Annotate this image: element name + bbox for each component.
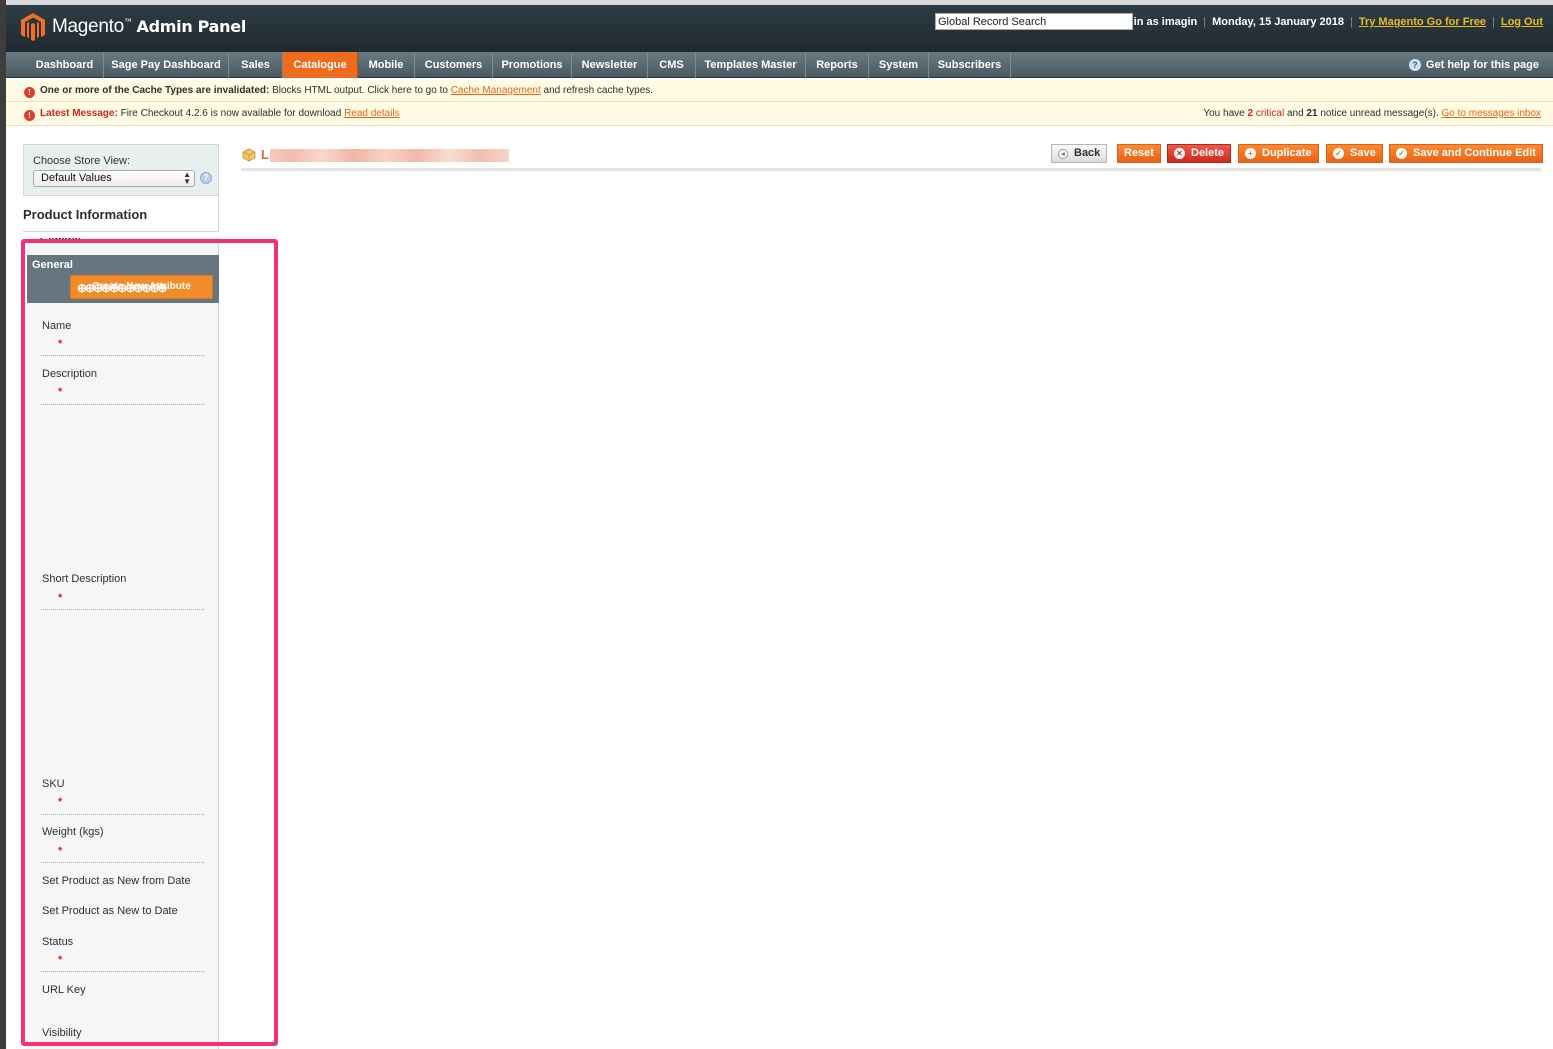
redacted-product-name: [270, 149, 509, 162]
save-button[interactable]: ✓ Save: [1326, 144, 1383, 163]
nav-sage-pay-dashboard[interactable]: Sage Pay Dashboard: [104, 52, 229, 78]
product-box-icon: [242, 148, 256, 162]
product-title: L: [261, 147, 269, 162]
field-label-description: Description: [42, 368, 98, 380]
messages-inbox-link[interactable]: Go to messages inbox: [1442, 108, 1542, 119]
logout-link[interactable]: Log Out: [1501, 16, 1543, 28]
window-edge: [0, 0, 6, 1049]
help-text: Get help for this page: [1425, 59, 1539, 71]
nav-system[interactable]: System: [869, 52, 929, 78]
header-links: Logged in as imagin | Monday, 15 January…: [1091, 16, 1543, 28]
content-divider: [241, 168, 1541, 171]
back-button[interactable]: ◂ Back: [1051, 144, 1108, 163]
nav-subscribers[interactable]: Subscribers: [929, 52, 1011, 78]
field-label-weight: Weight (kgs): [42, 826, 104, 838]
field-label-sku: SKU: [42, 778, 65, 790]
cache-management-link[interactable]: Cache Management: [451, 85, 541, 96]
delete-icon: ✕: [1174, 148, 1185, 159]
plus-circle-icons: ⊕⊕⊕⊕⊕⊕⊕⊕⊕⊕⊕: [77, 281, 168, 295]
delete-button[interactable]: ✕ Delete: [1167, 144, 1232, 163]
magento-logo[interactable]: Magento™ Admin Panel: [20, 12, 246, 42]
plus-icon: +: [1245, 148, 1256, 159]
unread-messages: You have 2 critical and 21 notice unread…: [1203, 108, 1542, 119]
help-icon: ?: [1408, 59, 1421, 71]
logo-text: Magento™ Admin Panel: [52, 16, 247, 37]
store-view-select[interactable]: Default Values ▲ ▼: [33, 170, 195, 187]
field-label-visibility: Visibility: [42, 1027, 82, 1039]
save-and-continue-button[interactable]: ✓ Save and Continue Edit: [1389, 144, 1543, 163]
help-link[interactable]: ? Get help for this page: [1408, 52, 1539, 78]
error-icon: !: [24, 110, 35, 121]
required-marker: *: [58, 386, 63, 398]
store-view-label: Choose Store View:: [33, 155, 131, 167]
divider: [41, 862, 204, 863]
nav-sales[interactable]: Sales: [229, 52, 283, 78]
field-label-new-from-date: Set Product as New from Date: [42, 875, 191, 887]
back-arrow-icon: ◂: [1058, 148, 1068, 159]
help-icon[interactable]: ?: [200, 172, 212, 184]
header: Magento™ Admin Panel Logged in as imagin…: [6, 5, 1553, 52]
required-marker: *: [58, 845, 63, 857]
nav-catalogue[interactable]: Catalogue: [283, 52, 358, 78]
divider: [41, 355, 204, 356]
product-information-heading: Product Information: [23, 196, 219, 232]
nav-promotions[interactable]: Promotions: [493, 52, 572, 78]
separator: |: [1491, 16, 1495, 28]
field-label-name: Name: [42, 320, 72, 332]
nav-dashboard[interactable]: Dashboard: [26, 52, 104, 78]
nav-cms[interactable]: CMS: [648, 52, 696, 78]
field-label-new-to-date: Set Product as New to Date: [42, 905, 178, 917]
divider: [41, 814, 204, 815]
check-icon: ✓: [1396, 148, 1407, 159]
required-marker: *: [58, 954, 63, 966]
magento-logo-icon: [21, 13, 45, 41]
divider: [41, 971, 204, 972]
field-label-status: Status: [42, 936, 74, 948]
check-icon: ✓: [1333, 148, 1344, 159]
nav-templates-master[interactable]: Templates Master: [696, 52, 806, 78]
logged-in-text: Logged in as imagin: [1090, 16, 1198, 28]
field-label-short-description: Short Description: [42, 573, 127, 585]
product-tabs-column: [27, 238, 219, 1049]
required-marker: *: [58, 592, 63, 604]
create-new-attribute-button[interactable]: ⊕⊕⊕⊕⊕⊕⊕⊕⊕⊕⊕ Create New Attribute: [70, 275, 213, 299]
nav-mobile[interactable]: Mobile: [358, 52, 415, 78]
date-text: Monday, 15 January 2018: [1212, 16, 1344, 28]
store-view-panel: Choose Store View: Default Values ▲ ▼ ?: [23, 144, 219, 196]
general-section-header: General ⊕⊕⊕⊕⊕⊕⊕⊕⊕⊕⊕ Create New Attribute: [27, 255, 219, 303]
field-label-url-key: URL Key: [42, 984, 86, 996]
duplicate-button[interactable]: + Duplicate: [1238, 144, 1319, 163]
required-marker: *: [58, 338, 63, 350]
nav-newsletter[interactable]: Newsletter: [572, 52, 648, 78]
main-nav: Dashboard Sage Pay Dashboard Sales Catal…: [6, 52, 1553, 78]
reset-button[interactable]: Reset: [1117, 144, 1161, 163]
nav-reports[interactable]: Reports: [806, 52, 869, 78]
required-marker: *: [58, 796, 63, 808]
nav-customers[interactable]: Customers: [415, 52, 493, 78]
separator: |: [1349, 16, 1353, 28]
select-arrows-icon: ▲ ▼: [183, 170, 191, 186]
divider: [41, 609, 204, 610]
error-icon: !: [24, 87, 35, 98]
read-details-link[interactable]: Read details: [344, 108, 400, 119]
general-tab-clipped[interactable]: General: [40, 238, 81, 246]
divider: [41, 404, 204, 405]
cache-message: ! One or more of the Cache Types are inva…: [6, 80, 1553, 102]
latest-message: ! Latest Message: Fire Checkout 4.2.6 is …: [6, 102, 1553, 126]
try-magento-link[interactable]: Try Magento Go for Free: [1359, 16, 1486, 28]
separator: |: [1203, 16, 1207, 28]
general-section-title: General: [32, 259, 73, 271]
